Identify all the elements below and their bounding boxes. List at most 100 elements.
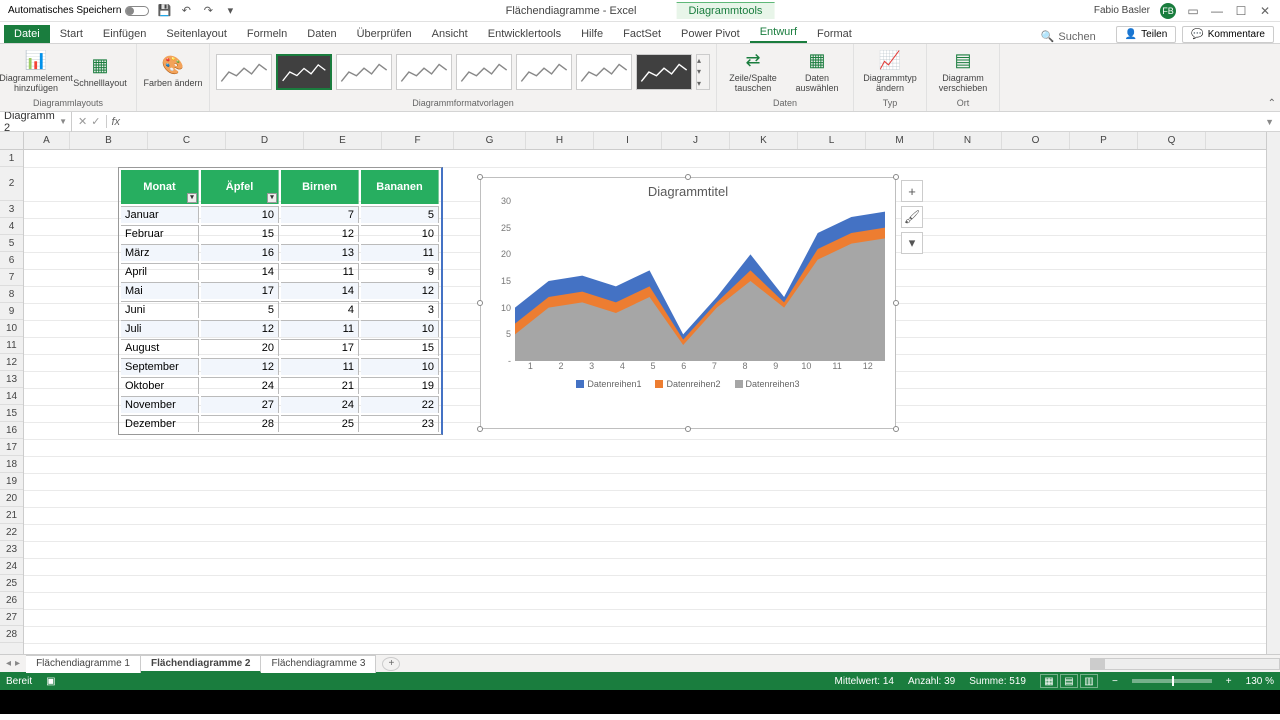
zoom-out-icon[interactable]: −	[1112, 676, 1118, 687]
row-header[interactable]: 21	[0, 507, 23, 524]
row-header[interactable]: 27	[0, 609, 23, 626]
chart-filters-button[interactable]: ▾	[901, 232, 923, 254]
table-row[interactable]: Oktober242119	[121, 377, 439, 394]
resize-handle[interactable]	[893, 300, 899, 306]
col-header[interactable]: G	[454, 132, 526, 149]
table-header[interactable]: Äpfel▾	[201, 170, 279, 204]
table-cell[interactable]: 17	[201, 282, 279, 299]
row-header[interactable]: 14	[0, 388, 23, 405]
col-header[interactable]: Q	[1138, 132, 1206, 149]
row-header[interactable]: 2	[0, 167, 23, 201]
redo-icon[interactable]: ↷	[201, 4, 215, 18]
select-data-button[interactable]: ▦Daten auswählen	[787, 50, 847, 94]
search-box[interactable]: 🔍 Suchen	[1041, 30, 1116, 43]
chart-style-thumb[interactable]	[276, 54, 332, 90]
add-chart-element-button[interactable]: 📊Diagrammelement hinzufügen	[6, 50, 66, 94]
style-gallery-more[interactable]: ▴▾▾	[696, 54, 710, 90]
view-page-layout-icon[interactable]: ▤	[1060, 674, 1078, 688]
table-row[interactable]: Juni543	[121, 301, 439, 318]
maximize-icon[interactable]: ☐	[1234, 4, 1248, 18]
chevron-down-icon[interactable]: ▼	[59, 117, 67, 126]
table-cell[interactable]: 14	[281, 282, 359, 299]
chart-elements-button[interactable]: +	[901, 180, 923, 202]
resize-handle[interactable]	[477, 300, 483, 306]
resize-handle[interactable]	[893, 426, 899, 432]
table-row[interactable]: Juli121110	[121, 320, 439, 337]
table-row[interactable]: Mai171412	[121, 282, 439, 299]
cancel-icon[interactable]: ✕	[78, 115, 87, 128]
col-header[interactable]: P	[1070, 132, 1138, 149]
table-cell[interactable]: 7	[281, 206, 359, 223]
tab-entwicklertools[interactable]: Entwicklertools	[478, 25, 571, 43]
chart-plot-area[interactable]: -51015202530	[515, 201, 883, 361]
horizontal-scrollbar[interactable]	[1090, 658, 1280, 670]
table-header[interactable]: Bananen	[361, 170, 439, 204]
filter-dropdown-icon[interactable]: ▾	[187, 193, 197, 203]
worksheet-area[interactable]: 1234567891011121314151617181920212223242…	[0, 132, 1280, 654]
table-cell[interactable]: 10	[201, 206, 279, 223]
row-header[interactable]: 17	[0, 439, 23, 456]
table-row[interactable]: September121110	[121, 358, 439, 375]
table-cell[interactable]: Januar	[121, 206, 199, 223]
col-header[interactable]: D	[226, 132, 304, 149]
row-header[interactable]: 22	[0, 524, 23, 541]
autosave-toggle[interactable]: Automatisches Speichern	[8, 5, 149, 16]
table-cell[interactable]: 11	[361, 244, 439, 261]
table-cell[interactable]: 17	[281, 339, 359, 356]
tab-daten[interactable]: Daten	[297, 25, 346, 43]
expand-formula-icon[interactable]: ▼	[1259, 117, 1280, 127]
tab-hilfe[interactable]: Hilfe	[571, 25, 613, 43]
col-header[interactable]: I	[594, 132, 662, 149]
tab-ansicht[interactable]: Ansicht	[422, 25, 478, 43]
context-tab[interactable]: Diagrammtools	[676, 2, 774, 19]
row-header[interactable]: 20	[0, 490, 23, 507]
close-icon[interactable]: ✕	[1258, 4, 1272, 18]
tab-seitenlayout[interactable]: Seitenlayout	[156, 25, 237, 43]
collapse-ribbon-icon[interactable]: ⌃	[1268, 98, 1276, 109]
quick-layout-button[interactable]: ▦Schnelllayout	[70, 55, 130, 89]
chart-legend[interactable]: Datenreihen1Datenreihen2Datenreihen3	[481, 371, 895, 389]
vertical-scrollbar[interactable]	[1266, 132, 1280, 654]
chart-object[interactable]: Diagrammtitel -51015202530 1234567891011…	[480, 177, 896, 429]
table-cell[interactable]: 25	[281, 415, 359, 432]
name-box[interactable]: Diagramm 2▼	[0, 110, 72, 134]
row-header[interactable]: 9	[0, 303, 23, 320]
table-cell[interactable]: 14	[201, 263, 279, 280]
minimize-icon[interactable]: —	[1210, 4, 1224, 18]
table-cell[interactable]: 12	[201, 358, 279, 375]
chart-title[interactable]: Diagrammtitel	[481, 178, 895, 201]
fx-icon[interactable]: fx	[107, 116, 124, 128]
col-header[interactable]: E	[304, 132, 382, 149]
select-all-corner[interactable]	[0, 132, 23, 150]
tab-formeln[interactable]: Formeln	[237, 25, 297, 43]
row-header[interactable]: 23	[0, 541, 23, 558]
resize-handle[interactable]	[477, 426, 483, 432]
macro-record-icon[interactable]: ▣	[46, 676, 55, 687]
legend-item[interactable]: Datenreihen2	[655, 379, 720, 389]
table-cell[interactable]: 11	[281, 263, 359, 280]
row-header[interactable]: 6	[0, 252, 23, 269]
comments-button[interactable]: 💬Kommentare	[1182, 26, 1274, 43]
table-cell[interactable]: 10	[361, 358, 439, 375]
table-cell[interactable]: 12	[281, 225, 359, 242]
table-cell[interactable]: Juli	[121, 320, 199, 337]
tab-format[interactable]: Format	[807, 25, 862, 43]
table-cell[interactable]: 20	[201, 339, 279, 356]
chart-styles-button[interactable]: 🖌	[901, 206, 923, 228]
legend-item[interactable]: Datenreihen3	[735, 379, 800, 389]
resize-handle[interactable]	[685, 174, 691, 180]
table-cell[interactable]: Dezember	[121, 415, 199, 432]
col-header[interactable]: H	[526, 132, 594, 149]
sheet-tab[interactable]: Flächendiagramme 2	[141, 655, 261, 673]
tab-start[interactable]: Start	[50, 25, 93, 43]
chart-style-thumb[interactable]	[216, 54, 272, 90]
undo-icon[interactable]: ↶	[179, 4, 193, 18]
sheet-nav-prev-icon[interactable]: ◂	[6, 658, 11, 669]
table-cell[interactable]: 24	[201, 377, 279, 394]
view-page-break-icon[interactable]: ▥	[1080, 674, 1098, 688]
table-cell[interactable]: 12	[361, 282, 439, 299]
table-cell[interactable]: April	[121, 263, 199, 280]
tab-einfügen[interactable]: Einfügen	[93, 25, 156, 43]
table-cell[interactable]: 10	[361, 225, 439, 242]
table-row[interactable]: Januar1075	[121, 206, 439, 223]
